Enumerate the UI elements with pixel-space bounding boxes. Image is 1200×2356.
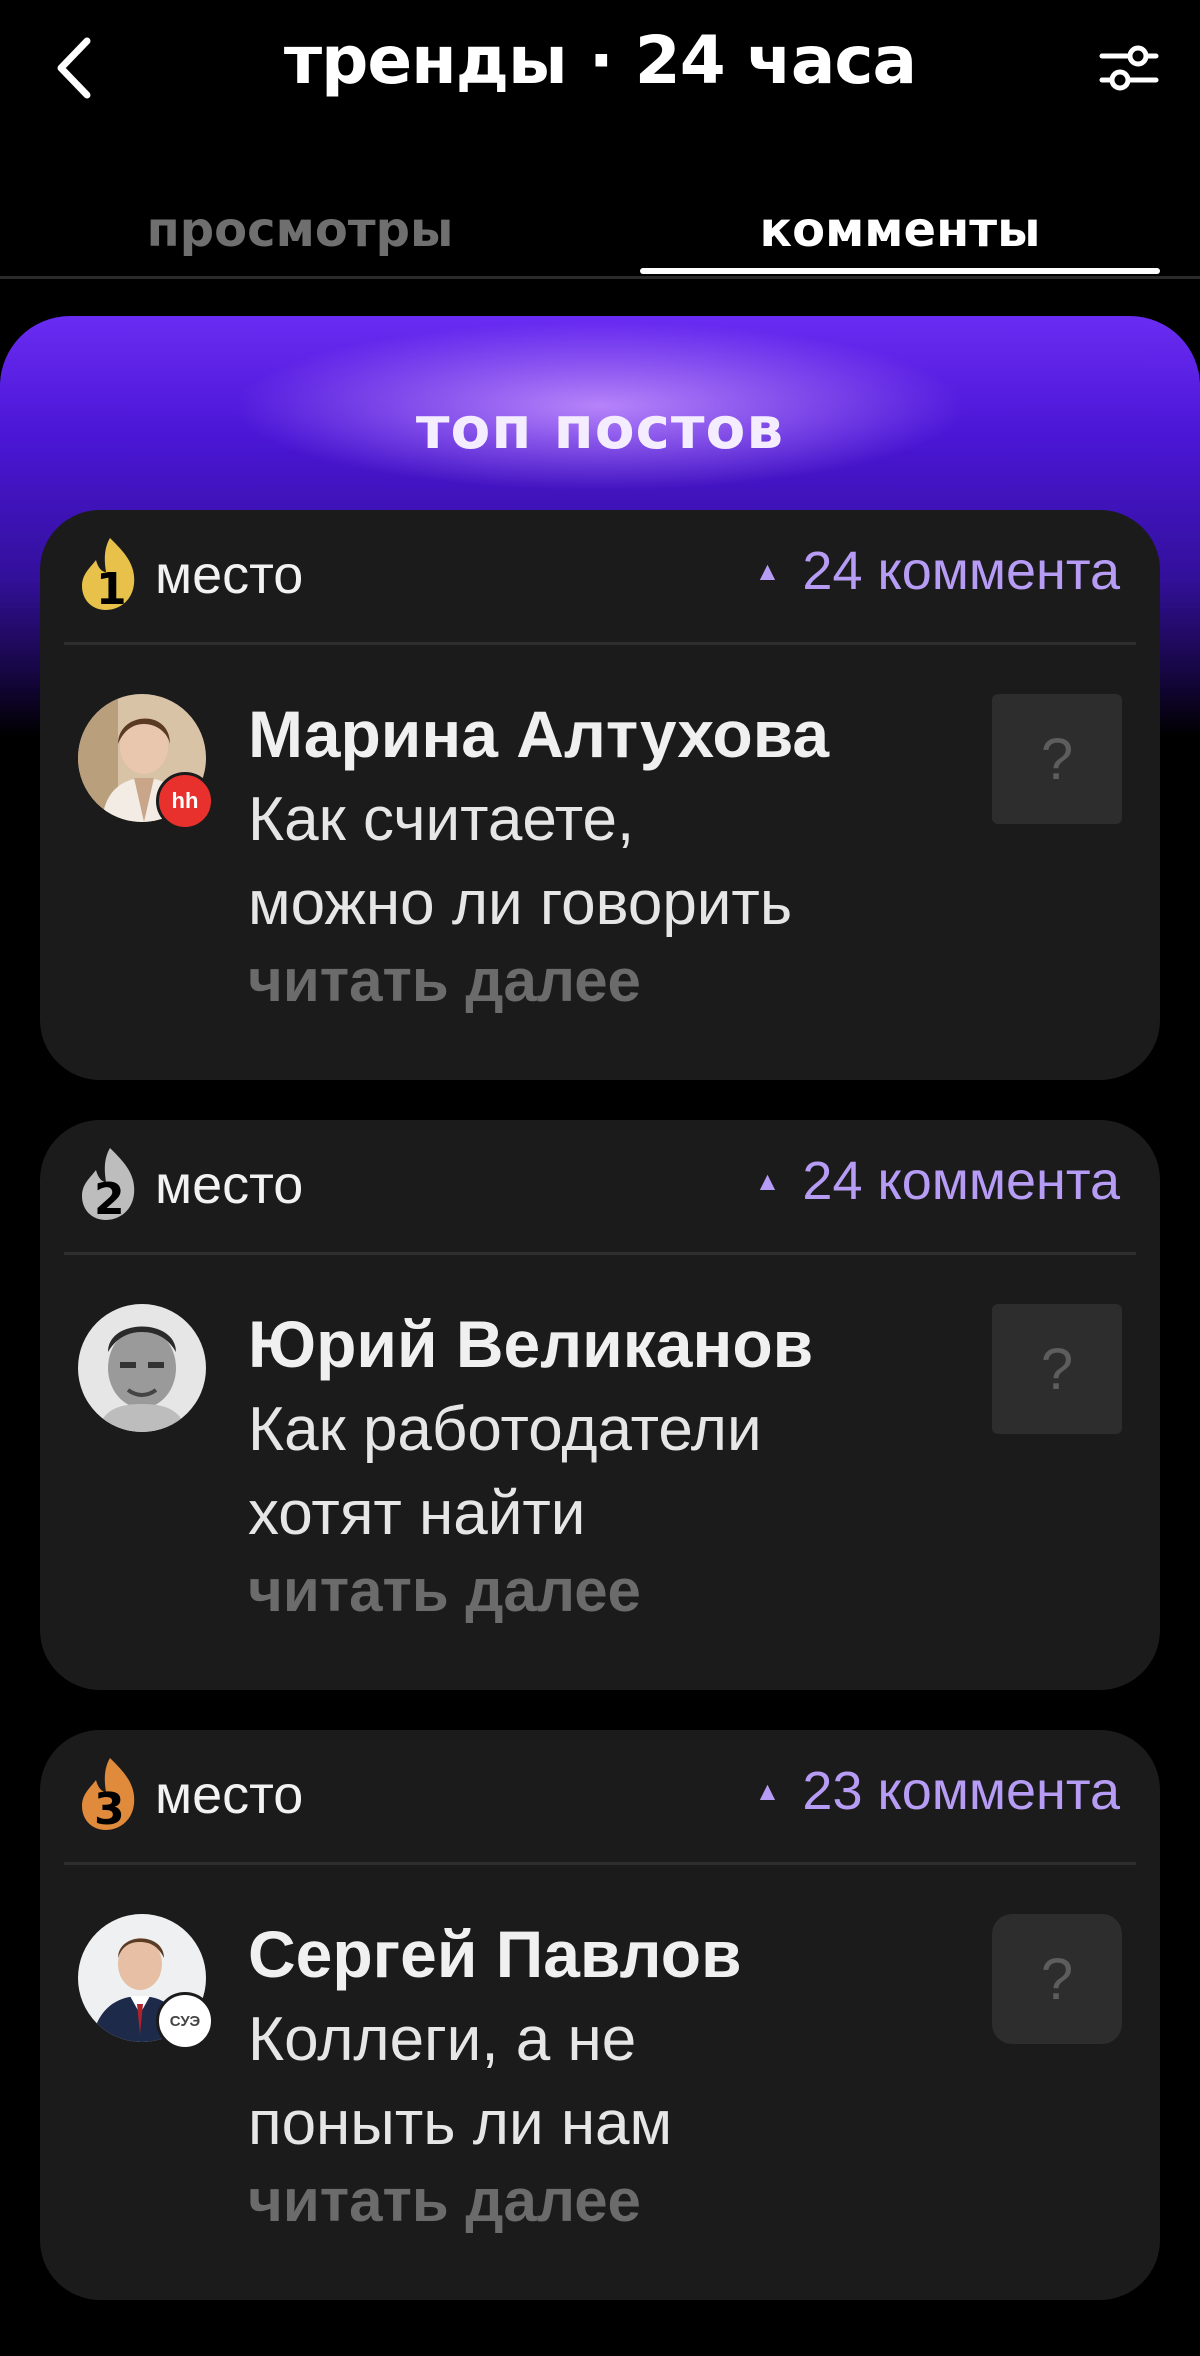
post-preview: Как работодатели хотят найти: [248, 1388, 948, 1556]
place-label: место: [155, 1155, 304, 1215]
place-label: место: [155, 545, 304, 605]
flame-medal-icon: 2: [82, 1148, 135, 1224]
filter-button[interactable]: [1098, 40, 1160, 96]
flame-medal-icon: 1: [82, 538, 135, 614]
post-thumbnail[interactable]: ?: [992, 1304, 1122, 1434]
divider: [64, 1862, 1136, 1865]
hh-badge: hh: [156, 772, 214, 830]
post-preview: Как считаете, можно ли говорить: [248, 778, 948, 946]
divider: [64, 642, 1136, 645]
post-card[interactable]: 1 место ▲ 24 коммента hh Марина Алтухова…: [40, 510, 1160, 1080]
medal-number: 3: [94, 1784, 125, 1834]
post-preview-line: хотят найти: [248, 1479, 586, 1548]
tab-bar: просмотры комменты: [0, 180, 1200, 280]
sliders-icon: [1099, 45, 1159, 91]
medal-number: 1: [96, 564, 127, 614]
read-more-link[interactable]: читать далее: [248, 1556, 641, 1625]
post-preview-line: поныть ли нам: [248, 2089, 673, 2158]
read-more-link[interactable]: читать далее: [248, 2166, 641, 2235]
card-header: 3 место ▲ 23 коммента: [40, 1730, 1160, 1862]
post-thumbnail[interactable]: ?: [992, 694, 1122, 824]
author-name[interactable]: Марина Алтухова: [248, 696, 829, 772]
top-bar: тренды · 24 часа: [0, 0, 1200, 140]
avatar[interactable]: [78, 1304, 206, 1432]
post-thumbnail[interactable]: ?: [992, 1914, 1122, 2044]
person-photo-icon: [78, 1304, 206, 1432]
tab-views[interactable]: просмотры: [40, 190, 560, 270]
page-title: тренды · 24 часа: [283, 22, 917, 99]
comment-count-text: 24 коммента: [802, 1151, 1120, 1211]
card-header: 1 место ▲ 24 коммента: [40, 510, 1160, 642]
post-preview-line: Коллеги, а не: [248, 2005, 637, 2074]
author-name[interactable]: Юрий Великанов: [248, 1306, 813, 1382]
post-card[interactable]: 2 место ▲ 24 коммента Юрий Великанов Как…: [40, 1120, 1160, 1690]
comment-count: ▲ 24 коммента: [755, 540, 1120, 602]
tab-comments[interactable]: комменты: [640, 190, 1160, 270]
place-label: место: [155, 1765, 304, 1825]
comment-count-text: 23 коммента: [802, 1761, 1120, 1821]
post-preview-line: Как считаете,: [248, 785, 635, 854]
triangle-up-icon: ▲: [754, 1775, 781, 1806]
comment-count-text: 24 коммента: [802, 541, 1120, 601]
tabs-divider: [0, 276, 1200, 279]
card-header: 2 место ▲ 24 коммента: [40, 1120, 1160, 1252]
panel-title: топ постов: [415, 394, 785, 462]
flame-medal-icon: 3: [82, 1758, 135, 1834]
read-more-link[interactable]: читать далее: [248, 946, 641, 1015]
triangle-up-icon: ▲: [754, 1165, 781, 1196]
post-preview: Коллеги, а не поныть ли нам: [248, 1998, 948, 2166]
divider: [64, 1252, 1136, 1255]
post-card[interactable]: 3 место ▲ 23 коммента СУЭ Сергей Павлов …: [40, 1730, 1160, 2300]
triangle-up-icon: ▲: [754, 555, 781, 586]
author-name[interactable]: Сергей Павлов: [248, 1916, 742, 1992]
active-tab-indicator: [640, 268, 1160, 274]
medal-number: 2: [94, 1174, 125, 1224]
post-preview-line: Как работодатели: [248, 1395, 762, 1464]
comment-count: ▲ 24 коммента: [755, 1150, 1120, 1212]
top-posts-panel: топ постов 1 место ▲ 24 коммента hh Мари…: [0, 316, 1200, 2356]
post-preview-line: можно ли говорить: [248, 869, 793, 938]
company-badge: СУЭ: [156, 1992, 214, 2050]
comment-count: ▲ 23 коммента: [755, 1760, 1120, 1822]
